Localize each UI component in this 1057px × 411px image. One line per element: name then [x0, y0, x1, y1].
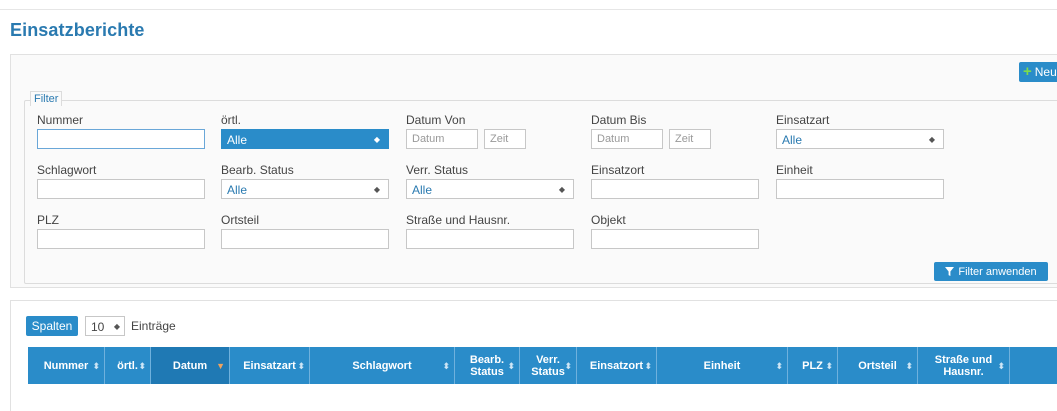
sort-both-icon: ⬍: [297, 361, 305, 371]
datum-von-label: Datum Von: [406, 113, 466, 127]
sort-both-icon: ⬍: [905, 361, 913, 371]
column-header-nummer[interactable]: Nummer ⬍: [28, 347, 105, 384]
column-header-label: Einsatzort: [589, 359, 644, 372]
strasse-input[interactable]: [406, 229, 574, 249]
oertl-select[interactable]: Alle ◆: [221, 129, 389, 149]
column-header-verr-status[interactable]: Verr. Status ⬍: [520, 347, 577, 384]
einsatzort-input[interactable]: [591, 179, 759, 199]
plus-icon: +: [1023, 63, 1032, 80]
schlagwort-label: Schlagwort: [37, 163, 97, 177]
page-length-select[interactable]: 10 ◆: [85, 316, 125, 336]
column-header-label: Ortsteil: [858, 359, 897, 372]
column-header-more[interactable]: [1010, 347, 1057, 384]
columns-button[interactable]: Spalten: [26, 316, 78, 336]
new-button[interactable]: + Neu: [1019, 62, 1057, 82]
new-button-label: Neu: [1034, 65, 1057, 79]
sort-both-icon: ⬍: [564, 361, 572, 371]
select-arrow-icon: ◆: [928, 135, 935, 144]
filter-legend: Filter: [30, 91, 63, 106]
oertl-select-value: Alle: [227, 133, 248, 147]
verr-status-select[interactable]: Alle ◆: [406, 179, 574, 199]
select-arrow-icon: ◆: [558, 185, 565, 194]
page-length-value: 10: [91, 320, 105, 334]
sort-desc-icon: ▼: [216, 361, 225, 371]
einsatzart-select[interactable]: Alle ◆: [776, 129, 944, 149]
column-header-einsatzort[interactable]: Einsatzort ⬍: [577, 347, 657, 384]
datum-bis-time-input[interactable]: Zeit: [669, 129, 711, 149]
objekt-label: Objekt: [591, 213, 626, 227]
nummer-input[interactable]: [37, 129, 205, 149]
sort-both-icon: ⬍: [775, 361, 783, 371]
datum-von-time-input[interactable]: Zeit: [484, 129, 526, 149]
entries-label: Einträge: [131, 319, 176, 333]
top-divider: [0, 9, 1057, 10]
column-header-einsatzart[interactable]: Einsatzart ⬍: [230, 347, 310, 384]
sort-both-icon: ⬍: [825, 361, 833, 371]
column-header-label: PLZ: [802, 359, 823, 372]
schlagwort-input[interactable]: [37, 179, 205, 199]
column-header-label: Schlagwort: [352, 359, 412, 372]
einheit-input[interactable]: [776, 179, 944, 199]
column-header-label: Straße und Hausnr.: [934, 353, 993, 378]
apply-filter-label: Filter anwenden: [958, 265, 1037, 278]
column-header-label: Einsatzart: [243, 359, 296, 372]
datum-von-date-input[interactable]: Datum: [406, 129, 478, 149]
column-header-schlagwort[interactable]: Schlagwort ⬍: [310, 347, 455, 384]
column-header-label: örtl.: [117, 359, 138, 372]
table-header: Nummer ⬍ örtl. ⬍ Datum ▼ Einsatzart ⬍ Sc…: [28, 347, 1057, 384]
sort-both-icon: ⬍: [92, 361, 100, 371]
column-header-bearb-status[interactable]: Bearb. Status ⬍: [455, 347, 520, 384]
einheit-label: Einheit: [776, 163, 813, 177]
column-header-strasse[interactable]: Straße und Hausnr. ⬍: [918, 347, 1010, 384]
sort-both-icon: ⬍: [644, 361, 652, 371]
column-header-label: Datum: [172, 359, 208, 372]
datum-bis-date-input[interactable]: Datum: [591, 129, 663, 149]
objekt-input[interactable]: [591, 229, 759, 249]
verr-status-select-value: Alle: [412, 183, 433, 197]
sort-both-icon: ⬍: [442, 361, 450, 371]
sort-both-icon: ⬍: [997, 361, 1005, 371]
sort-both-icon: ⬍: [507, 361, 515, 371]
sort-both-icon: ⬍: [138, 361, 146, 371]
select-arrow-icon: ◆: [113, 322, 120, 331]
einsatzort-label: Einsatzort: [591, 163, 645, 177]
column-header-oertl[interactable]: örtl. ⬍: [105, 347, 151, 384]
verr-status-label: Verr. Status: [406, 163, 469, 177]
einsatzart-label: Einsatzart: [776, 113, 830, 127]
oertl-label: örtl.: [221, 113, 242, 127]
column-header-label: Einheit: [703, 359, 741, 372]
column-header-label: Verr. Status: [531, 353, 565, 378]
bearb-status-select[interactable]: Alle ◆: [221, 179, 389, 199]
ortsteil-input[interactable]: [221, 229, 389, 249]
column-header-ortsteil[interactable]: Ortsteil ⬍: [838, 347, 918, 384]
column-header-label: Nummer: [43, 359, 89, 372]
column-header-datum[interactable]: Datum ▼: [151, 347, 230, 384]
select-arrow-icon: ◆: [373, 185, 380, 194]
column-header-plz[interactable]: PLZ ⬍: [788, 347, 838, 384]
ortsteil-label: Ortsteil: [221, 213, 260, 227]
column-header-einheit[interactable]: Einheit ⬍: [657, 347, 788, 384]
bearb-status-label: Bearb. Status: [221, 163, 294, 177]
einsatzart-select-value: Alle: [782, 133, 803, 147]
page-title: Einsatzberichte: [10, 20, 145, 40]
plz-input[interactable]: [37, 229, 205, 249]
datum-bis-label: Datum Bis: [591, 113, 647, 127]
bearb-status-select-value: Alle: [227, 183, 248, 197]
nummer-label: Nummer: [37, 113, 84, 127]
column-header-label: Bearb. Status: [469, 353, 505, 378]
select-arrow-icon: ◆: [373, 135, 380, 144]
filter-funnel-icon: [945, 267, 955, 276]
apply-filter-button[interactable]: Filter anwenden: [934, 262, 1048, 281]
plz-label: PLZ: [37, 213, 60, 227]
strasse-label: Straße und Hausnr.: [406, 213, 511, 227]
